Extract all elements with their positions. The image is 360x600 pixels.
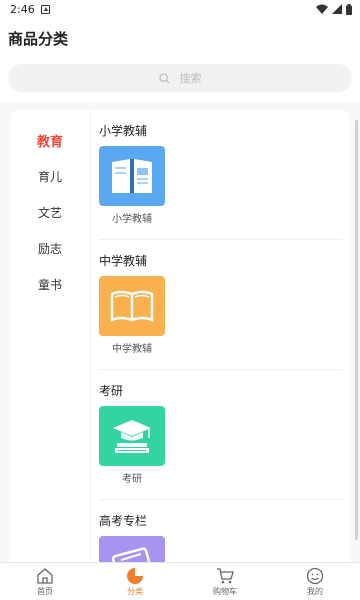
exam-icon	[99, 536, 165, 562]
battery-icon	[346, 3, 352, 15]
wifi-icon	[316, 4, 328, 14]
status-bar: 2:46	[0, 0, 360, 18]
status-time: 2:46	[10, 2, 35, 16]
graduation-cap-books-icon	[99, 406, 165, 466]
nav-category[interactable]: 分类	[90, 563, 180, 600]
cart-icon	[217, 567, 234, 583]
section-title: 考研	[99, 384, 124, 398]
category-item-education[interactable]: 教育	[10, 122, 90, 158]
top-bar: 商品分类	[0, 18, 360, 58]
nav-cart[interactable]: 购物车	[180, 563, 270, 600]
nav-label: 我的	[307, 586, 323, 596]
section-title: 中学教辅	[99, 254, 148, 268]
nav-home[interactable]: 首页	[0, 563, 90, 600]
subcategory-label: 小学教辅	[112, 214, 152, 225]
nav-label: 分类	[127, 586, 143, 596]
notification-icon	[40, 4, 50, 14]
signal-icon	[332, 4, 342, 14]
subcategory-tile-middle-school[interactable]: 中学教辅	[99, 276, 165, 355]
open-book-outline-icon	[99, 276, 165, 336]
search-icon	[158, 72, 170, 84]
section-college-entrance: 高考专栏	[99, 500, 342, 562]
subcategory-content: 小学教辅 小学教辅 中学教辅 中学教辅 考研 考研 高考专栏	[90, 110, 350, 562]
category-panel: 教育 育儿 文艺 励志 童书 小学教辅 小学教辅 中学教辅 中学教辅 考研 考研…	[10, 110, 350, 562]
nav-label: 购物车	[213, 586, 237, 596]
subcategory-label: 考研	[122, 474, 142, 485]
subcategory-tile-primary-school[interactable]: 小学教辅	[99, 146, 165, 225]
section-title: 高考专栏	[99, 514, 148, 528]
search-area: 搜索	[0, 58, 360, 102]
category-item-parenting[interactable]: 育儿	[10, 158, 90, 194]
subcategory-label: 中学教辅	[112, 344, 152, 355]
search-input[interactable]: 搜索	[8, 64, 352, 92]
category-item-literature[interactable]: 文艺	[10, 194, 90, 230]
section-graduate-exam: 考研 考研	[99, 370, 342, 500]
category-item-childrens-books[interactable]: 童书	[10, 266, 90, 302]
open-book-icon	[99, 146, 165, 206]
body-area: 教育 育儿 文艺 励志 童书 小学教辅 小学教辅 中学教辅 中学教辅 考研 考研…	[0, 102, 360, 562]
page-title: 商品分类	[8, 29, 69, 48]
profile-icon	[306, 567, 324, 584]
section-primary-school: 小学教辅 小学教辅	[99, 110, 342, 240]
category-sidebar: 教育 育儿 文艺 励志 童书	[10, 110, 90, 562]
section-middle-school: 中学教辅 中学教辅	[99, 240, 342, 370]
category-icon	[127, 567, 143, 584]
nav-profile[interactable]: 我的	[270, 563, 360, 600]
search-placeholder: 搜索	[179, 72, 202, 85]
home-icon	[37, 567, 53, 584]
bottom-nav: 首页 分类 购物车 我的	[0, 562, 360, 600]
scrollbar[interactable]	[355, 120, 358, 540]
section-title: 小学教辅	[99, 124, 148, 138]
subcategory-tile-graduate-exam[interactable]: 考研	[99, 406, 165, 485]
nav-label: 首页	[37, 586, 53, 596]
subcategory-tile-college-entrance[interactable]	[99, 536, 165, 562]
category-item-inspiration[interactable]: 励志	[10, 230, 90, 266]
